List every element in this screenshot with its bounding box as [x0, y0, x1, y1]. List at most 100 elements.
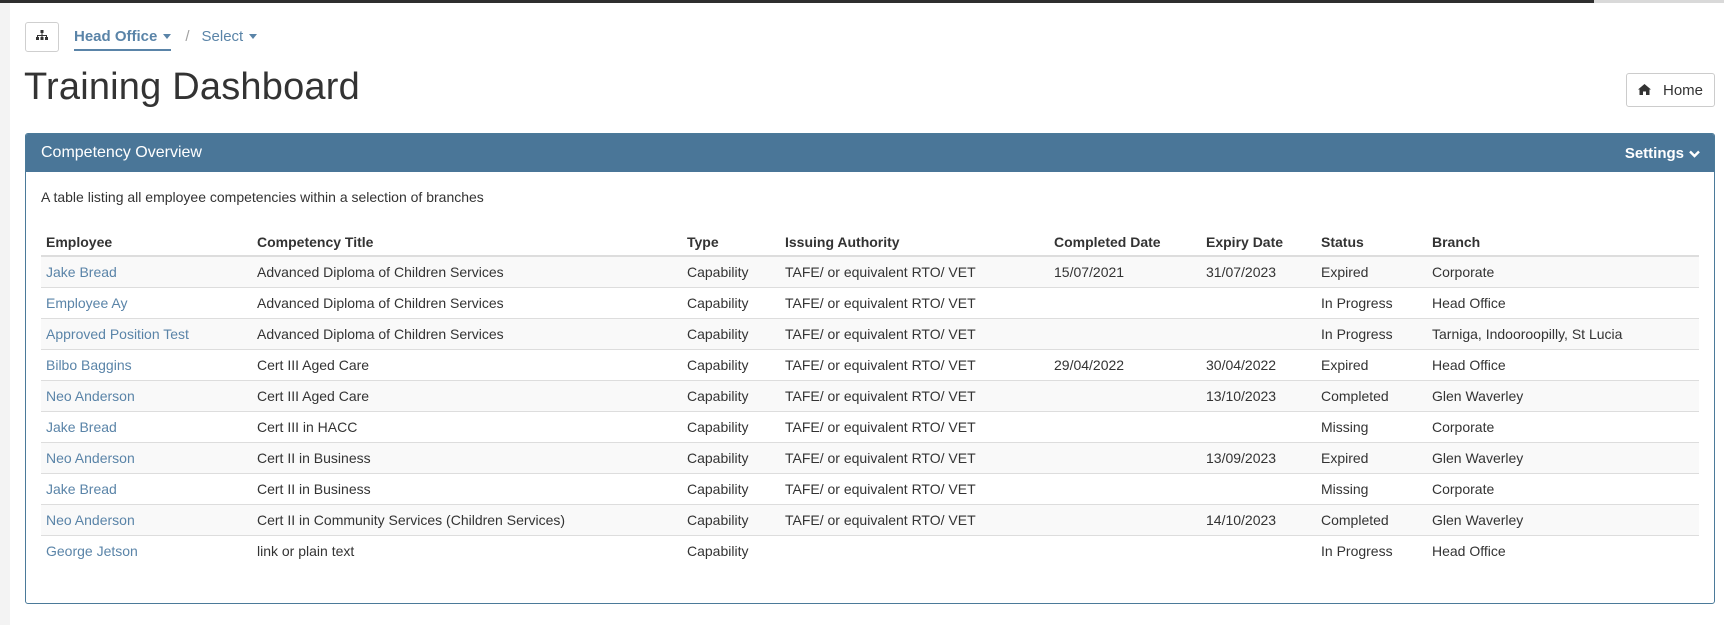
competency-title-cell: Cert III Aged Care — [252, 348, 682, 380]
competency-title-cell: Advanced Diploma of Children Services — [252, 286, 682, 318]
home-button[interactable]: Home — [1626, 73, 1715, 107]
type-cell: Capability — [682, 503, 780, 535]
table-row: Jake Bread Advanced Diploma of Children S… — [41, 256, 1699, 287]
status-cell: In Progress — [1316, 534, 1427, 566]
issuing-authority-cell: TAFE/ or equivalent RTO/ VET — [785, 263, 976, 280]
completed-date-cell: 15/07/2021 — [1054, 263, 1125, 280]
branch-cell: Head Office — [1427, 348, 1699, 380]
branch-cell: Head Office — [1427, 534, 1699, 566]
expiry-date-cell — [1201, 410, 1316, 442]
caret-down-icon — [249, 34, 258, 39]
issuing-authority-cell: TAFE/ or equivalent RTO/ VET — [780, 410, 1049, 442]
chevron-down-icon — [1689, 145, 1700, 162]
branch-cell: Corporate — [1432, 263, 1495, 280]
competency-title-cell: Cert II in Community Services (Children … — [252, 503, 682, 535]
table-row: Neo Anderson Cert II in Business Capabilit… — [41, 441, 1699, 473]
employee-link[interactable]: Jake Bread — [46, 481, 117, 497]
table-row: Neo Anderson Cert II in Community Service… — [41, 503, 1699, 535]
employee-cell: Bilbo Baggins — [41, 348, 252, 380]
branch-cell: Corporate — [1427, 472, 1699, 504]
competency-title-cell: Cert II in Business — [252, 472, 682, 504]
breadcrumb-label: Head Office — [74, 28, 158, 45]
column-header-completed-date[interactable]: Completed Date — [1049, 228, 1201, 257]
employee-link[interactable]: Neo Anderson — [46, 450, 135, 466]
table-header-row: Employee Competency Title Type Issuing A… — [41, 228, 1699, 257]
breadcrumb: Head Office / Select — [25, 21, 258, 52]
settings-button[interactable]: Settings — [1625, 145, 1700, 162]
caret-down-icon — [163, 34, 172, 39]
issuing-authority-cell: TAFE/ or equivalent RTO/ VET — [780, 286, 1049, 318]
competency-title-cell: Advanced Diploma of Children Services — [252, 317, 682, 349]
branch-cell: Glen Waverley — [1427, 503, 1699, 535]
issuing-authority-cell: TAFE/ or equivalent RTO/ VET — [780, 379, 1049, 411]
employee-link[interactable]: Neo Anderson — [46, 512, 135, 528]
panel-description: A table listing all employee competencie… — [41, 189, 484, 205]
column-header-type[interactable]: Type — [682, 228, 780, 257]
employee-link[interactable]: Approved Position Test — [46, 326, 189, 342]
competency-title-cell: Cert III in HACC — [252, 410, 682, 442]
panel-title: Competency Overview — [41, 144, 202, 161]
issuing-authority-cell: TAFE/ or equivalent RTO/ VET — [780, 348, 1049, 380]
table-row: Employee Ay Advanced Diploma of Children … — [41, 286, 1699, 318]
competency-title-cell: Cert II in Business — [252, 441, 682, 473]
branch-cell: Glen Waverley — [1427, 441, 1699, 473]
column-header-status[interactable]: Status — [1316, 228, 1427, 257]
employee-link[interactable]: Bilbo Baggins — [46, 357, 132, 373]
status-cell: Missing — [1316, 472, 1427, 504]
employee-cell: Jake Bread — [41, 472, 252, 504]
expiry-date-cell: 13/09/2023 — [1201, 441, 1316, 473]
completed-date-cell — [1049, 286, 1201, 318]
employee-link[interactable]: George Jetson — [46, 543, 138, 559]
column-header-expiry-date[interactable]: Expiry Date — [1201, 228, 1316, 257]
status-cell: Expired — [1321, 263, 1369, 280]
sitemap-button[interactable] — [25, 21, 59, 52]
branch-cell: Glen Waverley — [1427, 379, 1699, 411]
type-cell: Capability — [682, 410, 780, 442]
employee-cell: Jake Bread — [41, 410, 252, 442]
completed-date-cell — [1049, 379, 1201, 411]
type-cell: Capability — [682, 348, 780, 380]
left-gutter — [0, 3, 10, 625]
top-tab-edge — [1594, 0, 1724, 3]
branch-cell: Corporate — [1427, 410, 1699, 442]
page-title: Training Dashboard — [24, 66, 360, 108]
expiry-date-cell: 30/04/2022 — [1201, 348, 1316, 380]
status-cell: Expired — [1316, 348, 1427, 380]
employee-link[interactable]: Jake Bread — [46, 419, 117, 435]
employee-link[interactable]: Employee Ay — [46, 295, 127, 311]
issuing-authority-cell: TAFE/ or equivalent RTO/ VET — [780, 317, 1049, 349]
home-icon — [1637, 82, 1651, 99]
employee-link[interactable]: Jake Bread — [46, 264, 117, 280]
expiry-date-cell: 14/10/2023 — [1201, 503, 1316, 535]
column-header-employee[interactable]: Employee — [41, 228, 252, 257]
employee-cell: Approved Position Test — [41, 317, 252, 349]
employee-cell: Employee Ay — [41, 286, 252, 318]
breadcrumb-head-office[interactable]: Head Office — [74, 28, 172, 51]
home-label: Home — [1662, 81, 1703, 99]
branch-cell: Head Office — [1427, 286, 1699, 318]
column-header-issuing-authority[interactable]: Issuing Authority — [780, 228, 1049, 257]
column-header-competency-title[interactable]: Competency Title — [252, 228, 682, 257]
table-row: George Jetson link or plain text Capabilit… — [41, 534, 1699, 566]
settings-label: Settings — [1624, 144, 1684, 162]
status-cell: Missing — [1316, 410, 1427, 442]
status-cell: In Progress — [1316, 286, 1427, 318]
type-cell: Capability — [682, 379, 780, 411]
completed-date-cell — [1049, 534, 1201, 566]
issuing-authority-cell: TAFE/ or equivalent RTO/ VET — [780, 503, 1049, 535]
employee-link[interactable]: Neo Anderson — [46, 388, 135, 404]
table-row: Jake Bread Cert III in HACC Capability TAFE… — [41, 410, 1699, 442]
column-header-branch[interactable]: Branch — [1427, 228, 1699, 257]
completed-date-cell: 29/04/2022 — [1049, 348, 1201, 380]
completed-date-cell — [1049, 317, 1201, 349]
breadcrumb-separator: / — [185, 28, 190, 45]
type-cell: Capability — [682, 286, 780, 318]
employee-cell: Neo Anderson — [41, 379, 252, 411]
competency-overview-panel: Competency Overview Settings A table lis… — [25, 133, 1715, 604]
expiry-date-cell — [1201, 286, 1316, 318]
breadcrumb-select[interactable]: Select — [202, 28, 258, 45]
status-cell: Completed — [1316, 503, 1427, 535]
completed-date-cell — [1049, 503, 1201, 535]
type-cell: Capability — [682, 441, 780, 473]
completed-date-cell — [1049, 441, 1201, 473]
